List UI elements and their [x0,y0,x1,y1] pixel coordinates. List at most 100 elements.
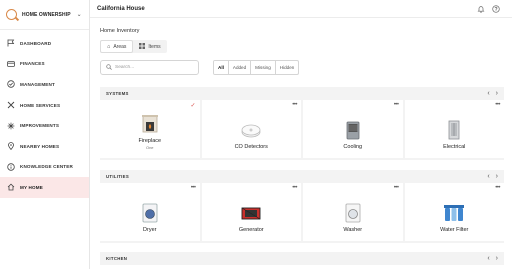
section-title: SYSTEMS [106,91,129,96]
chevron-left-icon[interactable]: ‹ [487,255,489,262]
chevron-down-icon: ⌄ [76,12,82,18]
ac-unit-icon [341,119,365,141]
sidebar-item-dashboard[interactable]: DASHBOARD [0,33,89,54]
card-water-filter[interactable]: ••• Water Filter [404,183,504,241]
card-generator[interactable]: ••• Generator [201,183,301,241]
sidebar-item-label: MANAGEMENT [20,81,55,87]
more-options-icon[interactable]: ••• [495,102,500,108]
view-tabs: ⌂ Areas Items [100,40,167,53]
washer-icon [341,202,365,224]
sidebar-item-knowledge-center[interactable]: KNOWLEDGE CENTER [0,157,89,178]
tools-icon [7,101,15,109]
sidebar-item-nearby-homes[interactable]: NEARBY HOMES [0,136,89,157]
section-systems: SYSTEMS ‹ › ✓ Fireplace One ••• CO Detec… [100,87,504,160]
grid-icon [139,42,146,51]
card-subtitle: One [145,145,154,150]
bell-icon[interactable] [476,4,485,13]
card-name: Dryer [143,227,157,233]
page-title: California House [97,5,145,12]
chevron-left-icon[interactable]: ‹ [487,90,489,97]
section-utilities: UTILITIES ‹ › ••• Dryer ••• Generator ••… [100,170,504,243]
tab-label: Areas [113,43,127,50]
co-detector-icon [239,119,263,141]
sidebar-item-my-home[interactable]: MY HOME [0,177,89,198]
section-header: UTILITIES ‹ › [100,170,504,183]
card-row: ••• Dryer ••• Generator ••• Washer ••• W… [100,183,504,243]
search-input[interactable] [115,65,195,70]
sidebar-item-finances[interactable]: FINANCES [0,54,89,75]
map-pin-icon [7,142,15,151]
sidebar-item-label: HOME SERVICES [20,102,61,108]
sidebar-item-label: KNOWLEDGE CENTER [20,164,73,170]
section-title: KITCHEN [106,256,128,261]
sidebar-item-home-services[interactable]: HOME SERVICES [0,95,89,116]
card-name: CO Detectors [234,144,268,150]
more-options-icon[interactable]: ••• [292,102,297,108]
house-icon [7,183,15,191]
filter-added[interactable]: Added [229,61,252,74]
sidebar-nav: DASHBOARD FINANCES MANAGEMENT HOME SERVI… [0,30,89,198]
more-options-icon[interactable]: ••• [191,185,196,191]
search-home-logo-icon [6,9,17,20]
check-circle-icon [7,80,15,89]
home-icon: ⌂ [107,43,111,50]
section-title: UTILITIES [106,174,129,179]
chevron-right-icon[interactable]: › [496,255,498,262]
brand-switcher[interactable]: HOME OWNERSHIP ⌄ [0,0,89,30]
info-icon [7,163,15,171]
filter-missing[interactable]: Missing [251,61,276,74]
sidebar-item-label: MY HOME [20,184,43,190]
card-electrical[interactable]: ••• Electrical [404,100,504,158]
sidebar-item-label: NEARBY HOMES [20,143,60,149]
brand-label: HOME OWNERSHIP [22,11,71,18]
sidebar-item-label: IMPROVEMENTS [20,123,60,129]
search-icon [106,63,112,72]
main-content: Home Inventory ⌂ Areas Items All Added M… [90,18,512,269]
chevron-right-icon[interactable]: › [496,90,498,97]
more-options-icon[interactable]: ••• [394,185,399,191]
section-pager: ‹ › [487,90,498,97]
tab-areas[interactable]: ⌂ Areas [100,40,134,53]
tab-items[interactable]: Items [133,40,166,53]
more-options-icon[interactable]: ••• [394,102,399,108]
card-co-detectors[interactable]: ••• CO Detectors [201,100,301,158]
card-name: Cooling [343,144,363,150]
section-pager: ‹ › [487,255,498,262]
more-options-icon[interactable]: ••• [292,185,297,191]
card-name: Fireplace [138,138,162,144]
card-icon [7,60,15,68]
inventory-heading: Home Inventory [100,28,140,34]
card-fireplace[interactable]: ✓ Fireplace One [100,100,200,158]
card-name: Generator [238,227,264,233]
electrical-panel-icon [442,119,466,141]
chevron-right-icon[interactable]: › [496,173,498,180]
card-name: Water Filter [440,227,469,233]
card-dryer[interactable]: ••• Dryer [100,183,200,241]
more-options-icon[interactable]: ••• [495,185,500,191]
flag-icon [7,39,15,47]
filter-group: All Added Missing Hidden [213,60,300,75]
checkmark-icon: ✓ [190,103,196,109]
sidebar-item-label: DASHBOARD [20,40,52,46]
chevron-left-icon[interactable]: ‹ [487,173,489,180]
search-box [100,60,199,75]
top-bar: California House [90,0,512,18]
section-header: SYSTEMS ‹ › [100,87,504,100]
sidebar-item-management[interactable]: MANAGEMENT [0,74,89,95]
filter-hidden[interactable]: Hidden [276,61,299,74]
section-pager: ‹ › [487,173,498,180]
generator-icon [239,202,263,224]
sidebar-item-label: FINANCES [20,61,45,67]
fireplace-icon [138,113,162,135]
filter-all[interactable]: All [214,61,229,74]
section-kitchen: KITCHEN ‹ › [100,252,504,265]
card-name: Washer [343,227,363,233]
card-washer[interactable]: ••• Washer [303,183,403,241]
help-icon[interactable] [491,4,500,13]
card-cooling[interactable]: ••• Cooling [303,100,403,158]
card-row: ✓ Fireplace One ••• CO Detectors ••• Coo… [100,100,504,160]
dryer-icon [138,202,162,224]
tab-label: Items [148,43,161,50]
sidebar-item-improvements[interactable]: IMPROVEMENTS [0,115,89,136]
water-filter-icon [442,202,466,224]
